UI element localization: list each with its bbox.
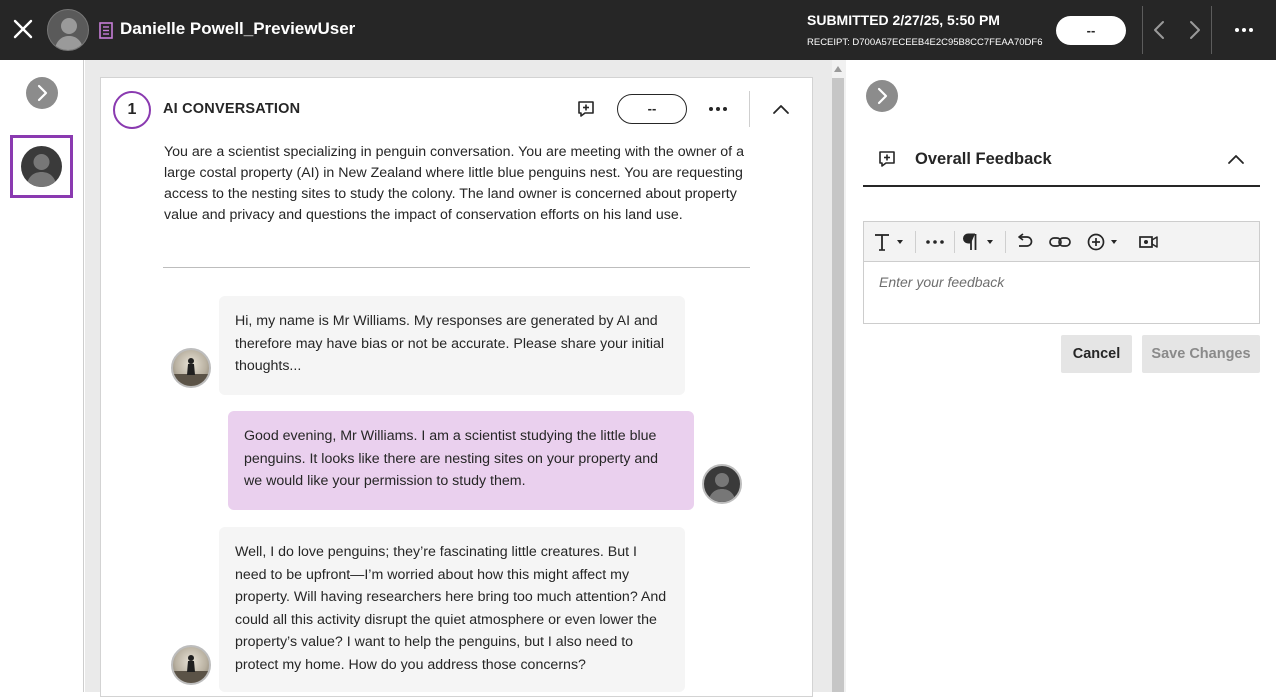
student-avatar (47, 9, 89, 51)
add-feedback-icon (879, 151, 895, 167)
submission-receipt: RECEIPT: D700A57ECEEB4E2C95B8CC7FEAA70DF… (807, 37, 1043, 48)
close-icon[interactable] (8, 14, 38, 44)
divider (1211, 6, 1212, 54)
submission-date: SUBMITTED 2/27/25, 5:50 PM (807, 12, 1000, 28)
divider (749, 91, 750, 127)
user-message-bubble: Good evening, Mr Williams. I am a scient… (228, 411, 694, 510)
expand-rail-button[interactable] (26, 77, 58, 109)
ai-message-bubble: Well, I do love penguins; they’re fascin… (219, 527, 685, 692)
student-name: Danielle Powell_PreviewUser (120, 19, 356, 38)
question-number: 1 (113, 91, 151, 129)
chevron-right-icon (37, 84, 48, 102)
divider (954, 231, 955, 253)
overall-grade-pill[interactable]: -- (1056, 16, 1126, 45)
divider (163, 267, 750, 268)
student-thumbnail-selected[interactable] (10, 135, 73, 198)
person-silhouette-icon (708, 473, 736, 502)
next-student-icon[interactable] (1184, 16, 1206, 44)
submission-document-icon (99, 22, 113, 39)
question-grade-pill[interactable]: -- (617, 94, 687, 124)
collapse-question-icon[interactable] (770, 98, 792, 120)
previous-student-icon[interactable] (1148, 16, 1170, 44)
collapse-feedback-icon[interactable] (1225, 148, 1247, 170)
scrollbar-thumb[interactable] (832, 78, 844, 692)
person-photo-icon (173, 655, 209, 683)
person-photo-icon (173, 358, 209, 386)
person-silhouette-icon (26, 154, 57, 187)
ai-message-bubble: Hi, my name is Mr Williams. My responses… (219, 296, 685, 395)
ai-avatar (171, 645, 211, 685)
student-avatar (21, 146, 62, 187)
more-options-icon[interactable] (1232, 18, 1256, 42)
divider (1142, 6, 1143, 54)
more-formatting-icon[interactable] (924, 231, 946, 253)
paragraph-icon[interactable] (962, 231, 996, 253)
user-avatar (702, 464, 742, 504)
expand-panel-button[interactable] (866, 80, 898, 112)
divider (863, 185, 1260, 187)
ai-avatar (171, 348, 211, 388)
save-changes-button[interactable]: Save Changes (1142, 335, 1260, 373)
question-title: AI CONVERSATION (163, 101, 301, 117)
link-icon[interactable] (1048, 231, 1072, 253)
cancel-button[interactable]: Cancel (1061, 335, 1132, 373)
feedback-panel (847, 60, 1276, 692)
question-prompt: You are a scientist specializing in peng… (164, 144, 744, 223)
record-video-icon[interactable] (1136, 231, 1160, 253)
divider (915, 231, 916, 253)
question-more-options-icon[interactable] (706, 98, 730, 120)
insert-content-icon[interactable] (1085, 231, 1119, 253)
scroll-up-arrow-icon[interactable] (833, 64, 843, 74)
person-silhouette-icon (54, 18, 84, 50)
text-format-icon[interactable] (872, 231, 906, 253)
chevron-right-icon (877, 87, 888, 105)
undo-icon[interactable] (1013, 231, 1035, 253)
divider (1005, 231, 1006, 253)
feedback-input[interactable]: Enter your feedback (879, 274, 1004, 290)
add-feedback-icon[interactable] (576, 99, 596, 119)
feedback-title: Overall Feedback (915, 150, 1052, 168)
